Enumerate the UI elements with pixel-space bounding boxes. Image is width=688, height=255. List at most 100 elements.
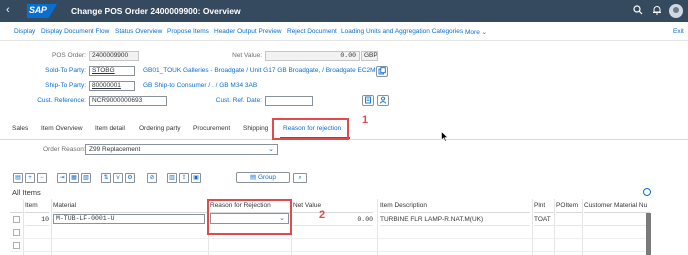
status-overview-button[interactable]: Status Overview <box>115 28 162 35</box>
reject-document-button[interactable]: Reject Document <box>287 28 337 35</box>
row-select-checkbox[interactable] <box>13 242 20 249</box>
cust-ref-date-field[interactable] <box>265 96 313 106</box>
loading-units-button[interactable]: Loading Units and Aggregation Categories <box>341 28 463 35</box>
table-toolbar: ▤ + − ⇥ ▦ ▧ ⇅ ⋎ ⚙ ⊘ ▥ ⇪ ▣ ▤ Group ⌕ <box>0 171 688 185</box>
order-reason-value: Z99 Replacement <box>89 146 141 153</box>
tab-item-overview[interactable]: Item Overview <box>41 125 83 132</box>
order-header: POS Order: 2400009900 Net Value: 0.00 GB… <box>0 42 688 116</box>
cust-reference-label[interactable]: Cust. Reference: <box>37 97 86 104</box>
currency-field: GBP <box>361 51 378 61</box>
net-value-field: 0.00 <box>265 51 360 61</box>
order-reason-label: Order Reason: <box>43 146 86 153</box>
more-button[interactable]: More ⌄ <box>465 28 487 36</box>
column-header-item-description[interactable]: Item Description <box>380 199 530 213</box>
sold-to-party-value: STOBG <box>92 67 115 74</box>
row-select-checkbox[interactable] <box>13 216 20 223</box>
tab-ordering-party[interactable]: Ordering party <box>139 125 181 132</box>
row-material-input[interactable]: M-TUB-LF-0001-U <box>53 214 205 224</box>
annotation-marker-1: 1 <box>362 114 369 126</box>
search-items-icon[interactable]: ⌕ <box>293 173 307 183</box>
user-avatar[interactable] <box>669 4 683 18</box>
display-button[interactable]: Display <box>14 28 35 35</box>
group-button[interactable]: ▤ Group <box>236 172 290 183</box>
notification-bell-icon[interactable] <box>651 5 663 17</box>
row-po-item <box>556 213 582 226</box>
items-table: Item Material Reason for Rejection Net V… <box>10 199 652 255</box>
export-icon[interactable]: ⇪ <box>179 173 189 183</box>
configuration-icon[interactable]: ⚙ <box>125 173 135 183</box>
document-icon[interactable] <box>362 95 374 106</box>
column-header-material[interactable]: Material <box>53 199 208 213</box>
net-value-text: 0.00 <box>340 52 356 59</box>
search-icon[interactable] <box>632 5 644 17</box>
cust-reference-field[interactable]: NCR9000000693 <box>89 96 167 106</box>
net-value-label: Net Value: <box>232 52 262 59</box>
pos-order-label: POS Order: <box>52 52 86 59</box>
column-header-po-item[interactable]: POItem <box>556 199 582 213</box>
sold-to-party-label[interactable]: Sold-To Party: <box>45 67 86 74</box>
chevron-down-icon: ⌄ <box>481 29 488 36</box>
details-icon[interactable]: ▤ <box>13 173 23 183</box>
select-column-header <box>10 199 23 213</box>
tab-shipping[interactable]: Shipping <box>243 125 268 132</box>
tab-procurement[interactable]: Procurement <box>193 125 230 132</box>
layout-icon[interactable]: ▣ <box>191 173 201 183</box>
app-toolbar: Display Display Document Flow Status Ove… <box>0 22 688 41</box>
add-row-icon[interactable]: + <box>25 173 35 183</box>
copy-icon[interactable] <box>376 66 388 77</box>
display-document-flow-button[interactable]: Display Document Flow <box>41 28 109 35</box>
exit-button[interactable]: Exit <box>673 28 684 35</box>
all-items-title: All Items <box>12 188 41 197</box>
row-net-value: 0.00 <box>293 213 373 226</box>
row-plant: TOAT <box>534 213 554 226</box>
sap-logo: SAP <box>27 4 57 18</box>
table-settings-gear-icon[interactable] <box>643 188 651 196</box>
highlight-box-tab <box>272 118 349 140</box>
chevron-down-icon: ⌄ <box>268 146 274 153</box>
column-header-plant[interactable]: Plnt <box>534 199 554 213</box>
tab-item-detail[interactable]: Item detail <box>95 125 125 132</box>
row-select-checkbox[interactable] <box>13 229 20 236</box>
row-customer-material <box>584 213 650 226</box>
annotation-marker-2: 2 <box>319 209 326 221</box>
cust-ref-date-label[interactable]: Cust. Ref. Date: <box>216 97 262 104</box>
column-header-customer-material[interactable]: Customer Material Nu <box>584 199 650 213</box>
deselect-all-icon[interactable]: ▧ <box>81 173 91 183</box>
column-header-net-value[interactable]: Net Value <box>293 199 373 213</box>
ship-to-party-field[interactable]: 80000001 <box>89 81 135 91</box>
row-item-number: 10 <box>25 213 49 226</box>
order-reason-select[interactable]: Z99 Replacement ⌄ <box>85 144 278 155</box>
table-row-empty <box>10 226 646 239</box>
filter-icon[interactable]: ⋎ <box>113 173 123 183</box>
link-icon[interactable]: ⊘ <box>147 173 157 183</box>
group-label: Group <box>257 174 277 181</box>
back-icon[interactable]: ‹ <box>6 4 10 16</box>
more-label: More <box>465 29 480 36</box>
sold-to-party-description[interactable]: GB01_TOUK Galleries - Broadgate / Unit G… <box>143 67 381 74</box>
order-reason-row: Order Reason: Z99 Replacement ⌄ <box>0 141 688 157</box>
ship-to-party-label[interactable]: Ship-To Party: <box>45 82 86 89</box>
ship-to-party-description[interactable]: GB Ship-to Consumer / . / GB M34 3AB <box>143 82 257 89</box>
propose-items-button[interactable]: Propose Items <box>167 28 209 35</box>
app-title: Change POS Order 2400009900: Overview <box>71 6 241 16</box>
insert-icon[interactable]: ⇥ <box>57 173 67 183</box>
row-item-description: TURBINE FLR LAMP-R.NAT.M(UK) <box>380 213 530 226</box>
header-output-preview-button[interactable]: Header Output Preview <box>214 28 282 35</box>
logo-text: SAP <box>29 5 47 15</box>
table-settings-icon[interactable]: ▥ <box>167 173 177 183</box>
sort-ascending-icon[interactable]: ⇅ <box>101 173 111 183</box>
group-icon: ▤ <box>249 174 257 181</box>
tab-sales[interactable]: Sales <box>12 125 28 132</box>
column-header-item[interactable]: Item <box>25 199 49 213</box>
table-row-empty <box>10 239 646 252</box>
highlight-box-reason-column <box>207 199 292 235</box>
shell-bar: ‹ SAP Change POS Order 2400009900: Overv… <box>0 0 688 22</box>
ship-to-party-value: 80000001 <box>92 82 121 89</box>
row-material-value: M-TUB-LF-0001-U <box>56 215 115 222</box>
delete-row-icon[interactable]: − <box>37 173 47 183</box>
select-all-icon[interactable]: ▦ <box>69 173 79 183</box>
pos-order-field: 2400009900 <box>89 51 139 61</box>
table-scrollbar[interactable] <box>646 213 651 255</box>
sold-to-party-field[interactable]: STOBG <box>89 66 135 76</box>
partner-icon[interactable] <box>377 95 389 106</box>
